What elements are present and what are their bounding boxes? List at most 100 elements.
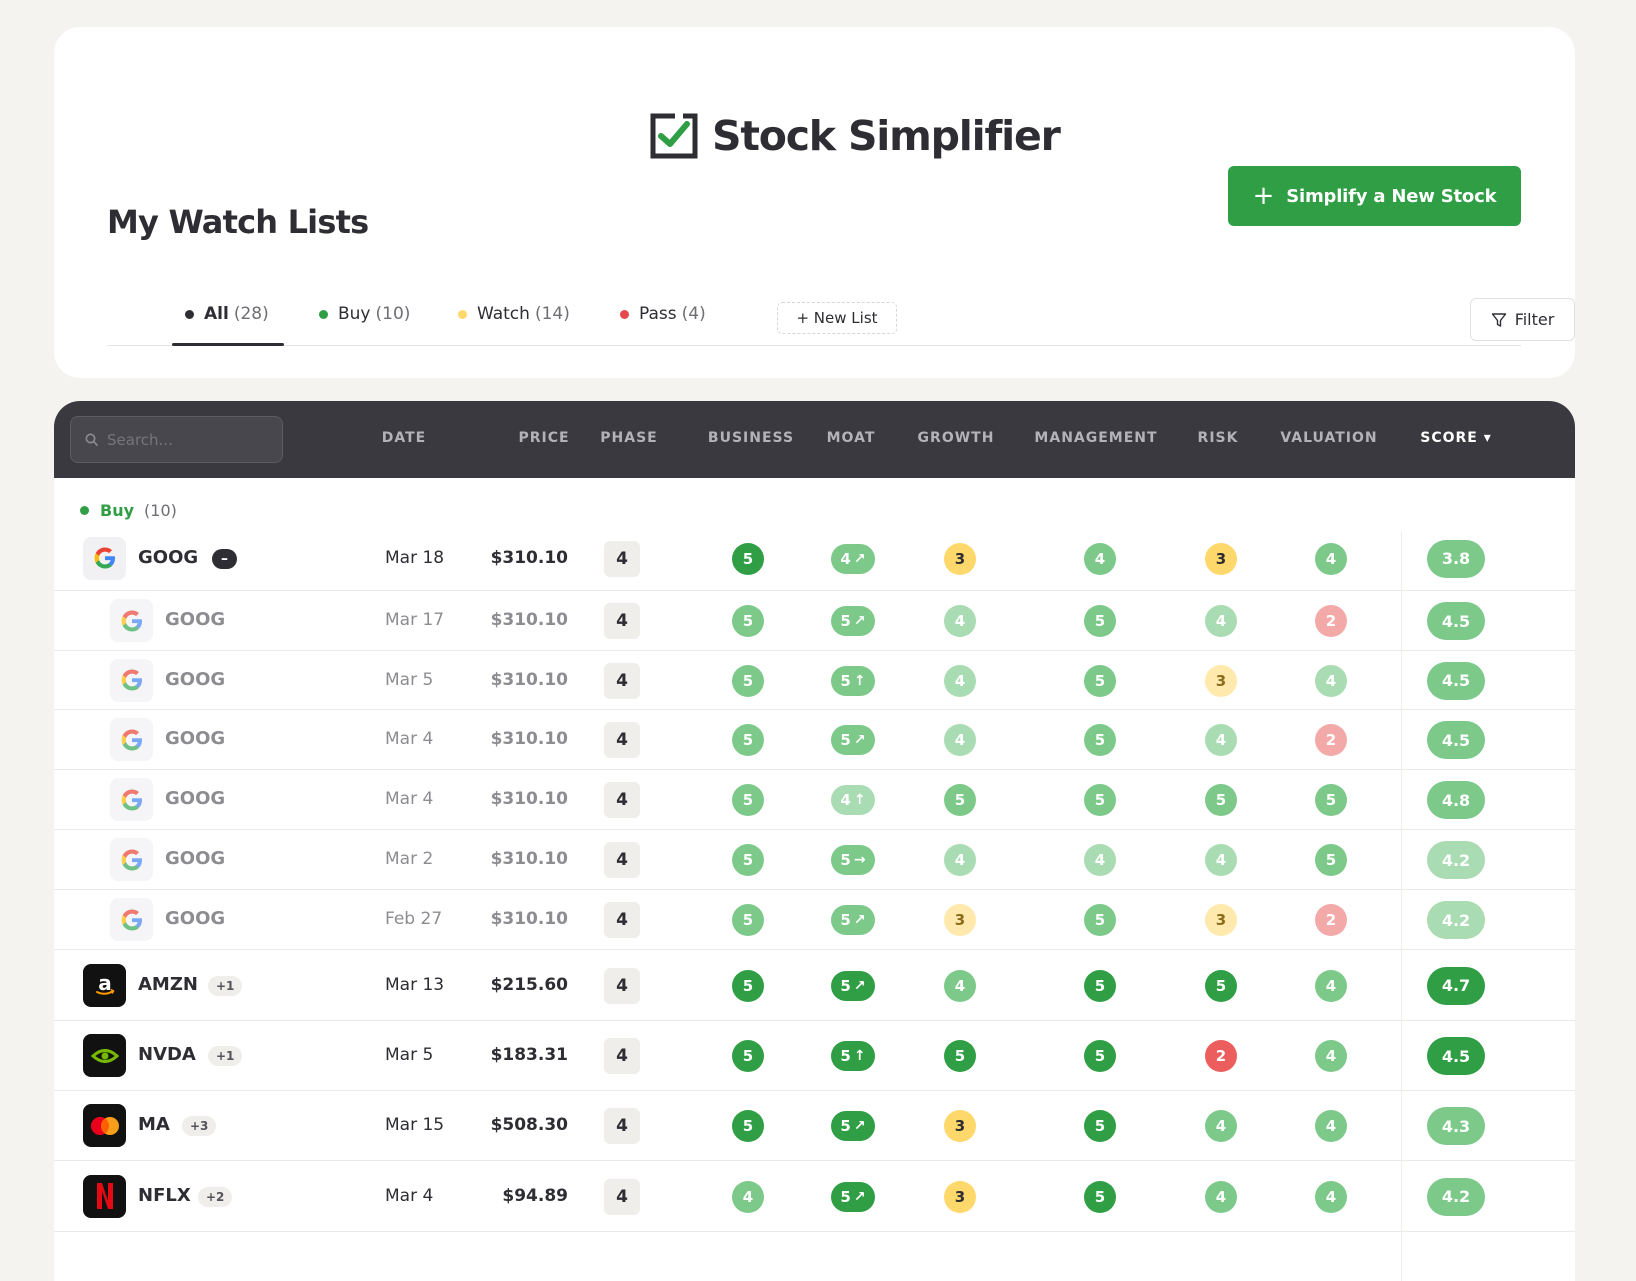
valuation-rating: 4: [1315, 969, 1347, 1002]
business-rating: 5: [732, 664, 764, 697]
phase-badge: 4: [604, 842, 640, 878]
table-row[interactable]: GOOG Mar 5 $310.10 4 5 4 5 3 4 5 ↑ 4.5: [54, 651, 1575, 710]
risk-rating: 5: [1205, 784, 1237, 816]
simplify-new-stock-button[interactable]: + Simplify a New Stock: [1228, 166, 1521, 226]
moat-trend-icon: ↗: [853, 613, 866, 629]
filter-icon: [1491, 312, 1506, 327]
table-row[interactable]: GOOG Mar 4 $310.10 4 5 5 5 5 5 4 ↑ 4.8: [54, 770, 1575, 830]
ticker[interactable]: GOOG: [138, 547, 198, 568]
moat-rating: 5 ↗: [831, 606, 875, 636]
moat-value: 5: [840, 976, 851, 995]
score-badge: 4.2: [1427, 901, 1485, 939]
tab-count: (14): [534, 304, 570, 324]
ticker[interactable]: GOOG: [165, 669, 225, 690]
column-header-phase[interactable]: PHASE: [600, 430, 657, 446]
growth-rating: 4: [944, 844, 976, 876]
business-rating: 5: [732, 784, 764, 816]
header-card: Stock Simplifier My Watch Lists + Simpli…: [54, 27, 1575, 378]
business-rating: 5: [732, 724, 764, 756]
column-header-price[interactable]: PRICE: [518, 430, 569, 446]
price-cell: $310.10: [490, 789, 568, 809]
price-cell: $183.31: [490, 1045, 568, 1065]
risk-rating: 3: [1205, 664, 1237, 697]
table-row[interactable]: NFLX +2 Mar 4 $94.89 4 4 3 5 4 4 5 ↗ 4.2: [54, 1161, 1575, 1232]
table-row[interactable]: GOOG Mar 17 $310.10 4 5 4 5 4 2 5 ↗ 4.5: [54, 591, 1575, 651]
table-row[interactable]: a AMZN +1 Mar 13 $215.60 4 5 4 5 5 4 5 ↗ 4.7: [54, 950, 1575, 1021]
growth-rating: 5: [944, 1040, 976, 1072]
watchlist-tabs: All (28) Buy (10) Watch (14) Pass (4) + New Lis…: [107, 272, 1575, 346]
group-buy[interactable]: Buy (10): [80, 501, 177, 520]
search-box[interactable]: [70, 416, 283, 463]
column-header-risk[interactable]: RISK: [1198, 430, 1239, 446]
phase-badge: 4: [604, 782, 640, 818]
watchlist-table: DATE PRICE PHASE BUSINESS MOAT GROWTH MANAGEME…: [54, 401, 1575, 1281]
growth-rating: 3: [944, 904, 976, 936]
tab-watch[interactable]: Watch (14): [458, 304, 570, 324]
risk-rating: 4: [1205, 724, 1237, 756]
plus-icon: +: [1252, 181, 1275, 211]
price-cell: $94.89: [502, 1185, 568, 1206]
tab-label: Watch: [477, 304, 530, 324]
column-header-valuation[interactable]: VALUATION: [1280, 430, 1377, 446]
column-header-score[interactable]: SCORE ▾: [1420, 430, 1492, 446]
table-row[interactable]: GOOG – Mar 18 $310.10 4 5 3 4 3 4 4 ↗ 3.8: [54, 526, 1575, 591]
table-row[interactable]: MA +3 Mar 15 $508.30 4 5 3 5 4 4 5 ↗ 4.3: [54, 1091, 1575, 1161]
moat-value: 5: [840, 612, 851, 630]
column-header-moat[interactable]: MOAT: [827, 430, 876, 446]
risk-rating: 3: [1205, 904, 1237, 936]
version-count-badge[interactable]: +1: [208, 975, 243, 996]
filter-label: Filter: [1514, 310, 1555, 329]
collapse-button[interactable]: –: [212, 548, 237, 569]
score-badge: 4.5: [1427, 661, 1485, 700]
table-row[interactable]: GOOG Feb 27 $310.10 4 5 3 5 3 2 5 ↗ 4.2: [54, 890, 1575, 950]
date-cell: Mar 5: [385, 669, 434, 690]
version-count-badge[interactable]: +3: [182, 1116, 217, 1136]
ticker[interactable]: NVDA: [138, 1044, 196, 1065]
ticker[interactable]: NFLX: [138, 1185, 191, 1206]
ticker[interactable]: AMZN: [138, 974, 198, 995]
table-row[interactable]: GOOG Mar 4 $310.10 4 5 4 5 4 2 5 ↗ 4.5: [54, 710, 1575, 770]
tab-count: (10): [375, 304, 411, 324]
score-badge: 4.5: [1427, 602, 1485, 640]
tab-label: All: [204, 304, 229, 324]
ticker[interactable]: GOOG: [165, 728, 225, 749]
business-rating: 5: [732, 904, 764, 936]
table-row[interactable]: GOOG Mar 2 $310.10 4 5 4 4 4 5 5 → 4.2: [54, 830, 1575, 890]
valuation-rating: 2: [1315, 724, 1347, 756]
management-rating: 5: [1084, 1180, 1116, 1213]
management-rating: 4: [1084, 542, 1116, 575]
column-header-growth[interactable]: GROWTH: [918, 430, 995, 446]
amazon-logo-icon: a: [83, 963, 126, 1007]
growth-rating: 3: [944, 1110, 976, 1142]
version-count-badge[interactable]: +1: [208, 1046, 243, 1066]
moat-value: 5: [840, 1047, 851, 1065]
column-header-management[interactable]: MANAGEMENT: [1034, 430, 1157, 446]
moat-rating: 5 ↗: [831, 1181, 875, 1212]
moat-rating: 5 ↗: [831, 1111, 875, 1141]
date-cell: Mar 15: [385, 1115, 445, 1135]
app-logo[interactable]: Stock Simplifier: [649, 112, 1061, 160]
ticker[interactable]: GOOG: [165, 788, 225, 809]
table-row[interactable]: NVDA +1 Mar 5 $183.31 4 5 5 5 2 4 5 ↑ 4.5: [54, 1021, 1575, 1091]
group-count: (10): [144, 501, 177, 520]
ticker[interactable]: MA: [138, 1114, 170, 1135]
ticker[interactable]: GOOG: [165, 848, 225, 869]
buy-dot: [80, 506, 89, 515]
tab-all[interactable]: All (28): [185, 304, 269, 324]
tab-count: (4): [681, 304, 706, 324]
column-header-date[interactable]: DATE: [382, 430, 426, 446]
moat-trend-icon: ↗: [853, 977, 866, 994]
netflix-logo-icon: [83, 1174, 126, 1218]
management-rating: 5: [1084, 1040, 1116, 1072]
ticker[interactable]: GOOG: [165, 609, 225, 630]
filter-button[interactable]: Filter: [1470, 298, 1575, 341]
column-header-business[interactable]: BUSINESS: [708, 430, 794, 446]
moat-rating: 4 ↗: [831, 543, 875, 574]
tab-pass[interactable]: Pass (4): [620, 304, 706, 324]
score-badge: 4.3: [1427, 1107, 1485, 1145]
version-count-badge[interactable]: +2: [198, 1186, 233, 1207]
search-input[interactable]: [107, 430, 267, 449]
ticker[interactable]: GOOG: [165, 908, 225, 929]
tab-buy[interactable]: Buy (10): [319, 304, 410, 324]
new-list-button[interactable]: + New List: [777, 302, 897, 334]
